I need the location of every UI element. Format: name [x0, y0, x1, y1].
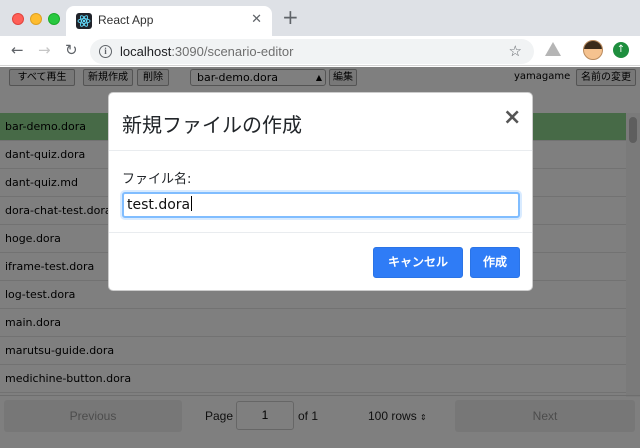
new-tab-icon[interactable]: + — [282, 7, 299, 27]
forward-arrow-icon[interactable]: → — [38, 41, 51, 59]
tab-title: React App — [98, 13, 154, 27]
reload-icon[interactable]: ↻ — [65, 41, 78, 59]
dialog-header: 新規ファイルの作成 × — [109, 93, 532, 151]
update-arrow-icon[interactable]: ↑ — [613, 42, 629, 58]
bookmark-star-icon[interactable]: ☆ — [509, 42, 522, 60]
back-arrow-icon[interactable]: ← — [11, 41, 24, 59]
browser-tab-bar: React App ✕ + — [0, 0, 640, 36]
filename-label: ファイル名: — [122, 172, 192, 187]
address-bar[interactable]: i localhost:3090/scenario-editor ☆ — [90, 39, 534, 64]
window-minimize-button[interactable] — [30, 13, 42, 25]
window-close-button[interactable] — [12, 13, 24, 25]
react-icon — [76, 13, 92, 29]
info-icon[interactable]: i — [99, 45, 112, 58]
text-caret — [191, 196, 193, 211]
url-text[interactable]: localhost:3090/scenario-editor — [120, 44, 293, 59]
window-maximize-button[interactable] — [48, 13, 60, 25]
filename-input[interactable]: test.dora — [122, 192, 520, 218]
close-icon[interactable]: × — [503, 106, 521, 130]
new-file-dialog: 新規ファイルの作成 × ファイル名: test.dora キャンセル 作成 — [108, 92, 533, 291]
browser-toolbar: ← → ↻ i localhost:3090/scenario-editor ☆ — [0, 36, 640, 66]
profile-avatar-icon[interactable] — [583, 40, 603, 60]
dialog-title: 新規ファイルの作成 — [122, 113, 302, 137]
browser-tab[interactable]: React App ✕ — [66, 6, 272, 36]
dialog-footer: キャンセル 作成 — [109, 232, 532, 290]
drive-extension-icon[interactable] — [545, 42, 561, 56]
tab-close-icon[interactable]: ✕ — [251, 12, 262, 27]
cancel-button[interactable]: キャンセル — [373, 247, 463, 278]
create-button[interactable]: 作成 — [470, 247, 520, 278]
